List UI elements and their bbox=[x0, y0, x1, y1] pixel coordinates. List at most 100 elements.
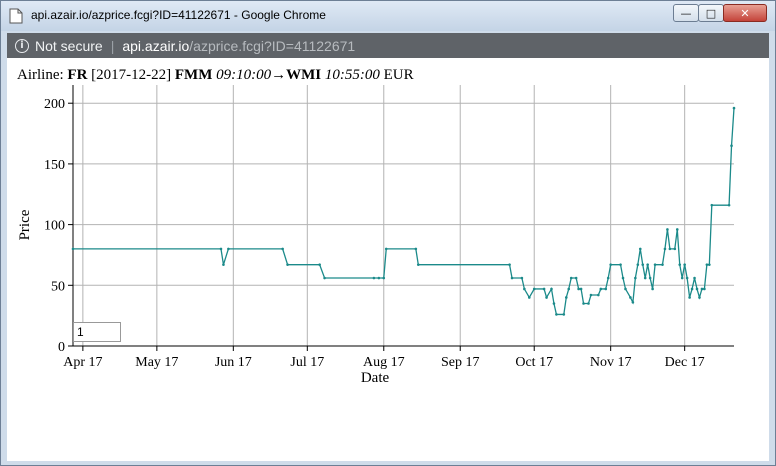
price-point bbox=[286, 263, 289, 266]
price-point bbox=[414, 247, 418, 251]
price-point bbox=[382, 276, 386, 280]
minimize-button[interactable]: — bbox=[673, 4, 699, 22]
price-point bbox=[700, 287, 704, 291]
x-tick-label: Dec 17 bbox=[665, 355, 705, 370]
price-point bbox=[629, 296, 632, 299]
price-point bbox=[609, 263, 612, 266]
price-point bbox=[574, 276, 578, 280]
price-point bbox=[577, 287, 580, 291]
address-bar[interactable]: i Not secure | api.azair.io/azprice.fcgi… bbox=[7, 33, 769, 58]
browser-window: api.azair.io/azprice.fcgi?ID=41122671 - … bbox=[0, 0, 776, 466]
x-axis-label: Date bbox=[361, 370, 390, 386]
y-tick-label: 0 bbox=[58, 340, 65, 355]
price-point bbox=[555, 313, 558, 316]
price-point bbox=[510, 276, 514, 280]
maximize-button[interactable]: □ bbox=[698, 4, 724, 22]
price-point bbox=[643, 276, 647, 280]
title-bar[interactable]: api.azair.io/azprice.fcgi?ID=41122671 - … bbox=[1, 1, 775, 31]
price-point bbox=[708, 263, 711, 266]
price-point bbox=[71, 247, 75, 251]
price-point bbox=[663, 247, 667, 251]
url-host[interactable]: api.azair.io bbox=[122, 38, 189, 54]
price-point bbox=[377, 276, 381, 280]
price-point bbox=[606, 276, 610, 280]
url-path[interactable]: /azprice.fcgi?ID=41122671 bbox=[189, 38, 355, 54]
price-point bbox=[727, 203, 731, 207]
price-point bbox=[641, 263, 645, 266]
info-icon[interactable]: i bbox=[15, 38, 29, 53]
price-point bbox=[673, 247, 677, 251]
y-tick-label: 100 bbox=[44, 219, 65, 234]
price-point bbox=[710, 203, 714, 207]
price-point bbox=[646, 263, 649, 266]
price-point bbox=[651, 287, 654, 291]
price-point bbox=[597, 293, 600, 297]
page-content: Airline: FR [2017-12-22] FMM 09:10:00→WM… bbox=[7, 58, 769, 461]
price-point bbox=[579, 287, 583, 291]
price-point bbox=[703, 287, 706, 291]
price-point bbox=[550, 287, 553, 291]
price-point bbox=[589, 293, 593, 297]
price-point bbox=[693, 276, 696, 280]
price-point bbox=[680, 276, 684, 280]
price-point bbox=[685, 276, 689, 280]
chart-grid bbox=[73, 85, 734, 347]
x-tick-label: May 17 bbox=[135, 355, 178, 370]
x-tick-label: Apr 17 bbox=[63, 355, 102, 370]
window-title: api.azair.io/azprice.fcgi?ID=41122671 - … bbox=[31, 8, 326, 22]
price-point bbox=[619, 263, 622, 266]
price-point bbox=[675, 228, 679, 231]
y-tick-label: 200 bbox=[44, 97, 65, 112]
price-point bbox=[520, 276, 524, 280]
price-point bbox=[542, 287, 546, 291]
x-tick-label: Sep 17 bbox=[441, 355, 480, 370]
price-point bbox=[527, 296, 531, 299]
price-point bbox=[372, 276, 376, 280]
x-tick-label: Aug 17 bbox=[363, 355, 405, 370]
price-point bbox=[318, 263, 321, 266]
price-point bbox=[648, 276, 652, 280]
address-separator: | bbox=[110, 37, 115, 54]
price-point bbox=[227, 247, 230, 251]
price-point bbox=[564, 296, 568, 299]
price-point bbox=[653, 263, 657, 266]
price-point bbox=[384, 247, 388, 251]
security-label[interactable]: Not secure bbox=[35, 38, 103, 54]
price-point bbox=[562, 313, 566, 316]
price-point bbox=[523, 287, 526, 291]
price-point bbox=[281, 247, 284, 251]
price-point bbox=[631, 300, 635, 304]
price-chart: 0 50 100 150 200 Apr 17 May 17 Jun 17 Jul 17 Aug … bbox=[17, 85, 736, 386]
price-point bbox=[532, 287, 536, 291]
close-button[interactable]: ✕ bbox=[723, 4, 767, 22]
price-point bbox=[624, 287, 627, 291]
price-point bbox=[599, 287, 603, 291]
price-point bbox=[678, 263, 682, 266]
price-point bbox=[695, 287, 699, 291]
range-selector-input[interactable]: 1 bbox=[73, 322, 121, 342]
price-point bbox=[636, 263, 640, 266]
y-tick-label: 150 bbox=[44, 158, 65, 173]
price-point bbox=[545, 296, 548, 299]
price-point bbox=[508, 263, 511, 266]
price-point bbox=[323, 276, 326, 280]
price-point bbox=[732, 106, 736, 110]
price-point bbox=[690, 287, 694, 291]
price-point bbox=[219, 247, 223, 251]
price-point bbox=[634, 276, 637, 280]
x-tick-label: Jun 17 bbox=[215, 355, 252, 370]
chart-series bbox=[71, 106, 736, 316]
x-tick-label: Jul 17 bbox=[290, 355, 324, 370]
price-series-line bbox=[73, 108, 735, 316]
price-point bbox=[661, 263, 664, 266]
page-icon bbox=[9, 8, 23, 24]
price-point bbox=[604, 287, 608, 291]
price-point bbox=[582, 302, 585, 305]
price-point bbox=[638, 247, 642, 251]
price-point bbox=[567, 287, 571, 291]
price-point bbox=[705, 263, 709, 266]
price-point bbox=[587, 302, 590, 305]
y-axis-label: Price bbox=[17, 209, 33, 240]
price-point bbox=[668, 247, 672, 251]
price-point bbox=[666, 228, 669, 231]
